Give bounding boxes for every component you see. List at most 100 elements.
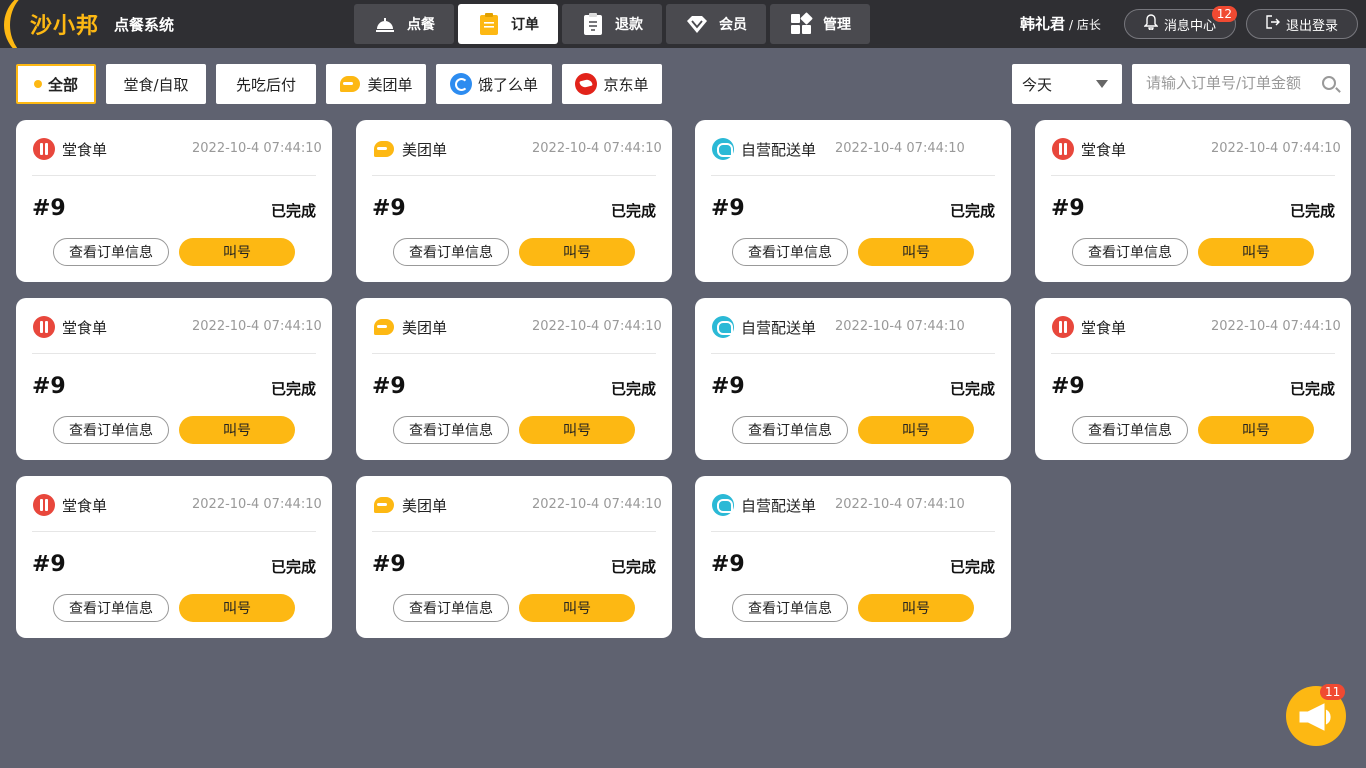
message-center-label: 消息中心 bbox=[1163, 18, 1216, 34]
dine-in-icon bbox=[33, 316, 55, 338]
search-icon[interactable] bbox=[1322, 76, 1336, 90]
order-status: 已完成 bbox=[610, 202, 656, 220]
filter-label: 美团单 bbox=[367, 75, 413, 94]
nav-tab-orders[interactable]: 订单 bbox=[458, 4, 558, 44]
order-time: 2022-10-4 07:44:10 bbox=[1211, 319, 1341, 334]
order-type: 美团单 bbox=[402, 319, 448, 337]
message-center-button[interactable]: 消息中心 12 bbox=[1124, 6, 1237, 39]
nav-tab-label: 会员 bbox=[719, 17, 747, 33]
view-order-button[interactable]: 查看订单信息 bbox=[1072, 416, 1188, 444]
active-dot-icon bbox=[33, 80, 42, 88]
card-divider bbox=[372, 353, 656, 354]
top-bar: 沙小邦 点餐系统 点餐 订单 退款 会员 管理 韩礼君 / 店长 消息中心 12… bbox=[0, 0, 1366, 48]
grid-icon bbox=[789, 12, 813, 36]
order-type: 堂食单 bbox=[1081, 141, 1127, 159]
order-status: 已完成 bbox=[949, 558, 995, 576]
filter-eleme[interactable]: 饿了么单 bbox=[436, 64, 552, 104]
order-number: #9 bbox=[711, 196, 745, 221]
dine-in-icon bbox=[1052, 316, 1074, 338]
filter-dine-in[interactable]: 堂食/自取 bbox=[106, 64, 206, 104]
nav-tab-label: 点餐 bbox=[407, 17, 435, 33]
announcement-button[interactable]: 11 bbox=[1286, 684, 1346, 746]
view-order-button[interactable]: 查看订单信息 bbox=[1072, 238, 1188, 266]
call-number-button[interactable]: 叫号 bbox=[858, 416, 974, 444]
meituan-icon bbox=[373, 316, 395, 338]
call-number-button[interactable]: 叫号 bbox=[519, 594, 635, 622]
filter-meituan[interactable]: 美团单 bbox=[326, 64, 426, 104]
order-number: #9 bbox=[372, 196, 406, 221]
order-status: 已完成 bbox=[610, 558, 656, 576]
user-info: 韩礼君 / 店长 bbox=[1020, 13, 1101, 34]
view-order-button[interactable]: 查看订单信息 bbox=[393, 594, 509, 622]
call-number-button[interactable]: 叫号 bbox=[519, 238, 635, 266]
order-type: 美团单 bbox=[402, 141, 448, 159]
card-divider bbox=[32, 531, 316, 532]
jd-icon bbox=[575, 73, 598, 95]
call-number-button[interactable]: 叫号 bbox=[179, 594, 295, 622]
view-order-button[interactable]: 查看订单信息 bbox=[393, 416, 509, 444]
order-status: 已完成 bbox=[949, 202, 995, 220]
call-number-button[interactable]: 叫号 bbox=[179, 238, 295, 266]
order-card: 自营配送单 2022-10-4 07:44:10 #9 已完成 查看订单信息 叫号 bbox=[695, 476, 1011, 638]
view-order-button[interactable]: 查看订单信息 bbox=[732, 594, 848, 622]
nav-tab-manage[interactable]: 管理 bbox=[770, 4, 870, 44]
order-card: 美团单 2022-10-4 07:44:10 #9 已完成 查看订单信息 叫号 bbox=[356, 120, 672, 282]
view-order-button[interactable]: 查看订单信息 bbox=[732, 238, 848, 266]
card-divider bbox=[372, 175, 656, 176]
logout-button[interactable]: 退出登录 bbox=[1246, 9, 1358, 39]
order-number: #9 bbox=[372, 552, 406, 577]
filter-all[interactable]: 全部 bbox=[16, 64, 96, 104]
call-number-button[interactable]: 叫号 bbox=[858, 238, 974, 266]
order-time: 2022-10-4 07:44:10 bbox=[192, 497, 322, 512]
nav-tab-member[interactable]: 会员 bbox=[666, 4, 766, 44]
order-type: 美团单 bbox=[402, 497, 448, 515]
eleme-icon bbox=[449, 73, 472, 95]
view-order-button[interactable]: 查看订单信息 bbox=[53, 238, 169, 266]
nav-tab-refund[interactable]: 退款 bbox=[562, 4, 662, 44]
order-card: 美团单 2022-10-4 07:44:10 #9 已完成 查看订单信息 叫号 bbox=[356, 298, 672, 460]
filter-eat-first[interactable]: 先吃后付 bbox=[216, 64, 316, 104]
meituan-icon bbox=[373, 138, 395, 160]
order-type: 堂食单 bbox=[62, 141, 108, 159]
nav-tab-label: 管理 bbox=[823, 17, 851, 33]
view-order-button[interactable]: 查看订单信息 bbox=[393, 238, 509, 266]
filter-jd[interactable]: 京东单 bbox=[562, 64, 662, 104]
date-select[interactable]: 今天 bbox=[1012, 64, 1122, 104]
order-type: 堂食单 bbox=[62, 319, 108, 337]
delivery-icon bbox=[712, 494, 734, 516]
call-number-button[interactable]: 叫号 bbox=[1198, 416, 1314, 444]
card-divider bbox=[1051, 175, 1335, 176]
order-status: 已完成 bbox=[270, 202, 316, 220]
view-order-button[interactable]: 查看订单信息 bbox=[53, 416, 169, 444]
filter-label: 饿了么单 bbox=[477, 75, 538, 94]
view-order-button[interactable]: 查看订单信息 bbox=[53, 594, 169, 622]
order-time: 2022-10-4 07:44:10 bbox=[532, 497, 662, 512]
order-time: 2022-10-4 07:44:10 bbox=[835, 319, 965, 334]
order-card: 自营配送单 2022-10-4 07:44:10 #9 已完成 查看订单信息 叫号 bbox=[695, 298, 1011, 460]
call-number-button[interactable]: 叫号 bbox=[519, 416, 635, 444]
delivery-icon bbox=[712, 138, 734, 160]
card-divider bbox=[711, 175, 995, 176]
view-order-button[interactable]: 查看订单信息 bbox=[732, 416, 848, 444]
delivery-icon bbox=[712, 316, 734, 338]
order-time: 2022-10-4 07:44:10 bbox=[192, 141, 322, 156]
call-number-button[interactable]: 叫号 bbox=[1198, 238, 1314, 266]
dine-in-icon bbox=[33, 138, 55, 160]
order-card: 堂食单 2022-10-4 07:44:10 #9 已完成查看订单信息 叫号 bbox=[16, 120, 332, 282]
filter-label: 堂食/自取 bbox=[123, 75, 189, 94]
search-input[interactable] bbox=[1146, 64, 1326, 102]
nav-tab-order-food[interactable]: 点餐 bbox=[354, 4, 454, 44]
call-number-button[interactable]: 叫号 bbox=[179, 416, 295, 444]
order-card: 堂食单 2022-10-4 07:44:10 #9 已完成 查看订单信息 叫号 bbox=[16, 298, 332, 460]
caret-down-icon bbox=[1096, 80, 1108, 88]
order-number: #9 bbox=[711, 374, 745, 399]
announcement-badge: 11 bbox=[1320, 684, 1346, 700]
call-number-button[interactable]: 叫号 bbox=[858, 594, 974, 622]
nav-tab-label: 退款 bbox=[615, 17, 643, 33]
order-status: 已完成 bbox=[1289, 380, 1335, 398]
order-card: 自营配送单 2022-10-4 07:44:10 #9 已完成 查看订单信息 叫号 bbox=[695, 120, 1011, 282]
clipboard-icon bbox=[477, 12, 501, 36]
order-number: #9 bbox=[32, 196, 66, 221]
dine-in-icon bbox=[1052, 138, 1074, 160]
order-number: #9 bbox=[1051, 374, 1085, 399]
